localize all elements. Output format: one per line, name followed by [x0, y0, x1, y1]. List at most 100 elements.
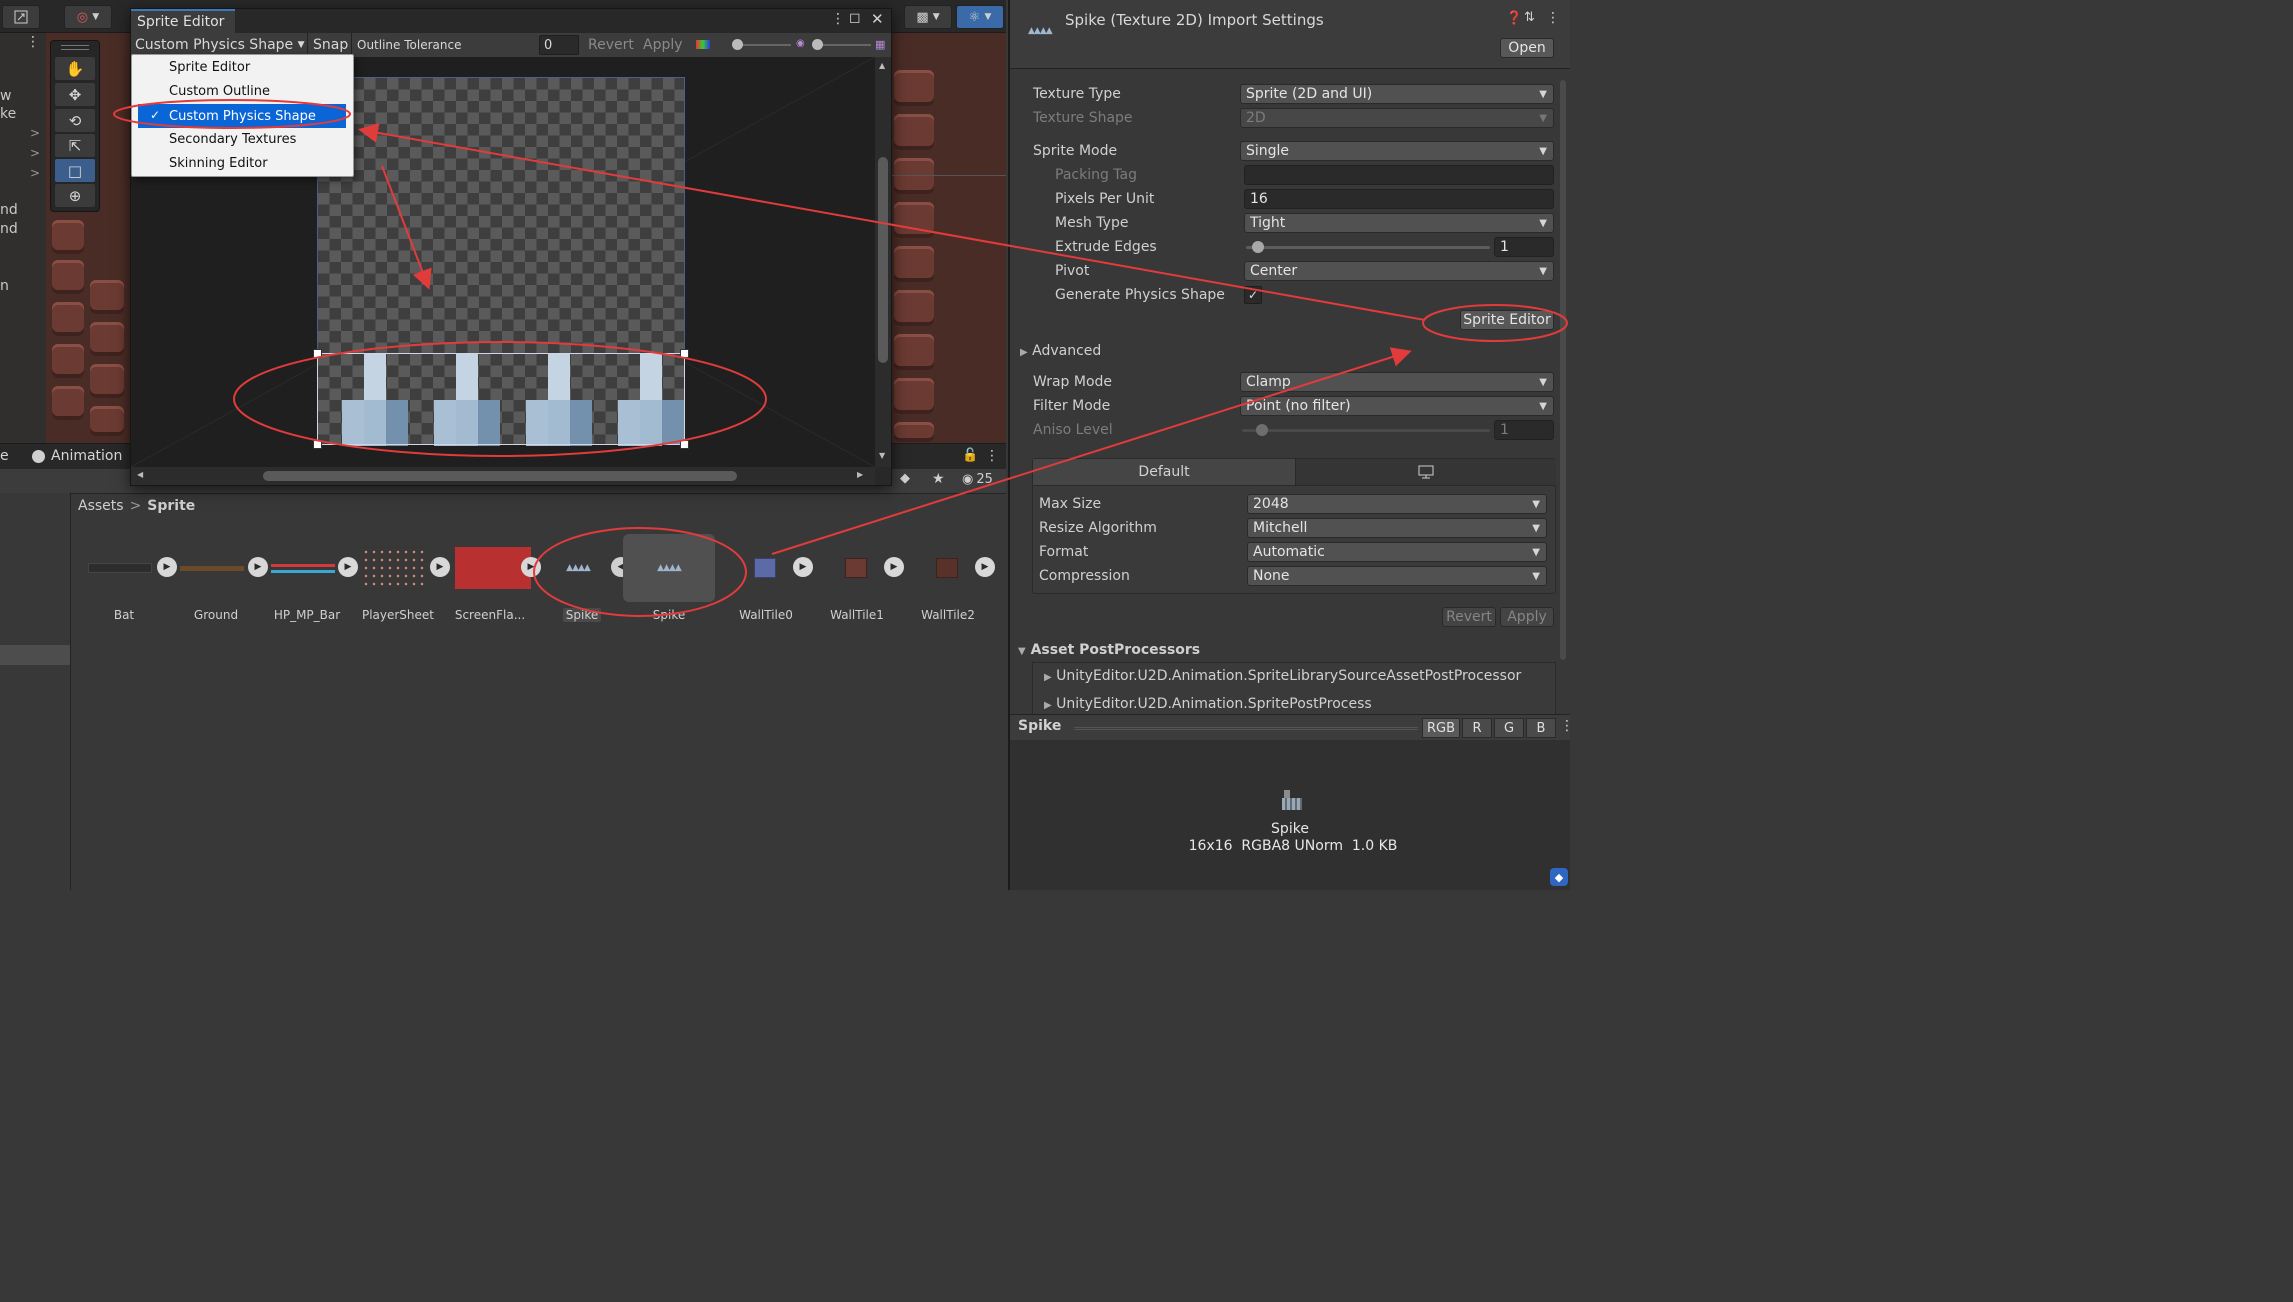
- label-filter-icon[interactable]: ◆: [900, 471, 910, 486]
- sprite-editor-titlebar[interactable]: Sprite Editor ⋮ ◻ ✕: [131, 9, 891, 33]
- expand-arrow-icon[interactable]: >: [30, 126, 40, 140]
- mip-slider-knob[interactable]: [812, 39, 823, 50]
- hand-tool[interactable]: ✋: [55, 57, 95, 80]
- asset-label-icon[interactable]: ◆: [1550, 868, 1568, 886]
- breadcrumb-sprite[interactable]: Sprite: [147, 498, 195, 514]
- compression-dropdown[interactable]: None ▼: [1247, 566, 1547, 586]
- scroll-down-icon[interactable]: ▼: [879, 451, 885, 460]
- vertical-scrollbar[interactable]: ▲ ▼: [875, 57, 891, 467]
- sprite-mode-dropdown[interactable]: Single ▼: [1240, 141, 1554, 161]
- settings-icon[interactable]: ⇅: [1524, 10, 1535, 25]
- asset-item[interactable]: ▶ ScreenFla...: [444, 530, 541, 630]
- color-channel-icon[interactable]: [696, 40, 710, 49]
- resize-algorithm-dropdown[interactable]: Mitchell ▼: [1247, 518, 1547, 538]
- play-icon[interactable]: ▶: [884, 557, 904, 577]
- postprocessor-item[interactable]: ▶ UnityEditor.U2D.Animation.SpritePostPr…: [1044, 696, 1372, 712]
- mip-slider-track[interactable]: [817, 44, 871, 46]
- advanced-foldout[interactable]: ▶ Advanced: [1020, 343, 1101, 359]
- expand-arrow-icon[interactable]: >: [30, 146, 40, 160]
- format-dropdown[interactable]: Automatic ▼: [1247, 542, 1547, 562]
- star-icon[interactable]: ★: [932, 471, 945, 487]
- gizmos-dropdown[interactable]: ⚛ ▼: [956, 5, 1004, 29]
- pixels-per-unit-field[interactable]: 16: [1244, 189, 1554, 209]
- asset-item[interactable]: ▶ PlayerSheet: [352, 530, 450, 630]
- snap-button[interactable]: Snap: [313, 35, 348, 55]
- menu-item-sprite-editor[interactable]: Sprite Editor: [132, 55, 353, 79]
- packing-tag-field[interactable]: [1244, 165, 1554, 185]
- visibility-toggle[interactable]: ◉ 25: [962, 472, 993, 487]
- postprocessor-item[interactable]: ▶ UnityEditor.U2D.Animation.SpriteLibrar…: [1044, 668, 1521, 684]
- generate-physics-shape-checkbox[interactable]: ✓: [1244, 286, 1262, 304]
- asset-item[interactable]: ▶ Bat: [78, 530, 177, 630]
- more-menu-icon[interactable]: ⋮: [831, 11, 845, 27]
- scene-view-options-button[interactable]: [2, 5, 40, 29]
- menu-item-custom-outline[interactable]: Custom Outline: [132, 79, 353, 103]
- play-icon[interactable]: ▶: [975, 557, 995, 577]
- sprite-editor-button[interactable]: Sprite Editor: [1460, 310, 1554, 330]
- wrap-mode-dropdown[interactable]: Clamp ▼: [1240, 372, 1554, 392]
- apply-button[interactable]: Apply: [643, 35, 683, 55]
- shape-handle[interactable]: [680, 349, 689, 358]
- transform-tool[interactable]: ⊕: [55, 184, 95, 207]
- play-icon[interactable]: ▶: [793, 557, 813, 577]
- shape-handle[interactable]: [313, 440, 322, 449]
- menu-item-secondary-textures[interactable]: Secondary Textures: [132, 127, 353, 151]
- extrude-edges-slider[interactable]: [1246, 246, 1490, 249]
- shape-handle[interactable]: [313, 349, 322, 358]
- drag-handle-icon[interactable]: [61, 45, 89, 50]
- max-size-dropdown[interactable]: 2048 ▼: [1247, 494, 1547, 514]
- maximize-icon[interactable]: ◻: [849, 10, 861, 26]
- menu-item-skinning-editor[interactable]: Skinning Editor: [132, 151, 353, 175]
- scroll-up-icon[interactable]: ▲: [879, 61, 885, 70]
- rect-tool[interactable]: □: [55, 159, 95, 182]
- revert-button[interactable]: Revert: [1442, 607, 1496, 627]
- lock-icon[interactable]: 🔓: [962, 448, 978, 463]
- asset-postprocessors-foldout[interactable]: ▼ Asset PostProcessors: [1018, 642, 1200, 658]
- asset-item-selected[interactable]: ▲▲▲▲ Spike: [623, 530, 715, 630]
- extrude-edges-field[interactable]: 1: [1494, 237, 1554, 257]
- tab-animation[interactable]: Animation: [32, 448, 122, 464]
- help-icon[interactable]: ❓: [1506, 11, 1522, 26]
- asset-item[interactable]: ▶ WallTile0: [720, 530, 813, 630]
- folder-tree-selected-row[interactable]: [0, 645, 70, 665]
- scale-tool[interactable]: ⇱: [55, 134, 95, 157]
- hierarchy-item-fragment[interactable]: w: [0, 88, 11, 104]
- more-menu-icon[interactable]: ⋮: [1546, 10, 1560, 26]
- gizmo-tool-dropdown[interactable]: ◎ ▼: [64, 5, 112, 29]
- pivot-dropdown[interactable]: Center ▼: [1244, 261, 1554, 281]
- hierarchy-item-fragment[interactable]: nd: [0, 202, 18, 218]
- expand-arrow-icon[interactable]: >: [30, 166, 40, 180]
- breadcrumb-assets[interactable]: Assets: [78, 498, 124, 514]
- apply-button[interactable]: Apply: [1500, 607, 1554, 627]
- revert-button[interactable]: Revert: [588, 35, 634, 55]
- close-icon[interactable]: ✕: [871, 10, 884, 28]
- more-menu-icon[interactable]: ⋮: [1560, 718, 1574, 734]
- open-button[interactable]: Open: [1500, 38, 1554, 58]
- tab-sprite-editor[interactable]: Sprite Editor: [131, 9, 235, 33]
- hierarchy-item-fragment[interactable]: n: [0, 278, 9, 294]
- tab-standalone[interactable]: [1295, 459, 1556, 486]
- texture-type-dropdown[interactable]: Sprite (2D and UI) ▼: [1240, 84, 1554, 104]
- filter-mode-dropdown[interactable]: Point (no filter) ▼: [1240, 396, 1554, 416]
- asset-item[interactable]: ▲▲▲▲ ◀ Spike: [536, 530, 631, 630]
- inspector-scrollbar[interactable]: [1560, 80, 1566, 660]
- asset-item[interactable]: ▶ Ground: [170, 530, 268, 630]
- horizontal-scrollbar[interactable]: ◀ ▶: [131, 467, 875, 485]
- tab-default[interactable]: Default: [1033, 459, 1295, 486]
- hierarchy-item-fragment[interactable]: ke: [0, 106, 16, 122]
- hierarchy-item-fragment[interactable]: nd: [0, 221, 18, 237]
- zoom-slider-track[interactable]: [737, 44, 791, 46]
- rotate-tool[interactable]: ⟲: [55, 109, 95, 132]
- channel-rgb-button[interactable]: RGB: [1422, 718, 1460, 738]
- scroll-left-icon[interactable]: ◀: [137, 470, 143, 479]
- scroll-right-icon[interactable]: ▶: [857, 470, 863, 479]
- mesh-type-dropdown[interactable]: Tight ▼: [1244, 213, 1554, 233]
- tab-fragment[interactable]: e: [0, 448, 9, 464]
- channel-r-button[interactable]: R: [1462, 718, 1492, 738]
- menu-item-custom-physics-shape[interactable]: ✓ Custom Physics Shape: [138, 104, 346, 128]
- mode-dropdown[interactable]: Custom Physics Shape ▼: [135, 35, 305, 55]
- project-folder-tree[interactable]: [0, 493, 71, 890]
- physics-shape-outline[interactable]: [313, 349, 689, 449]
- channel-b-button[interactable]: B: [1526, 718, 1556, 738]
- extrude-edges-knob[interactable]: [1252, 241, 1264, 253]
